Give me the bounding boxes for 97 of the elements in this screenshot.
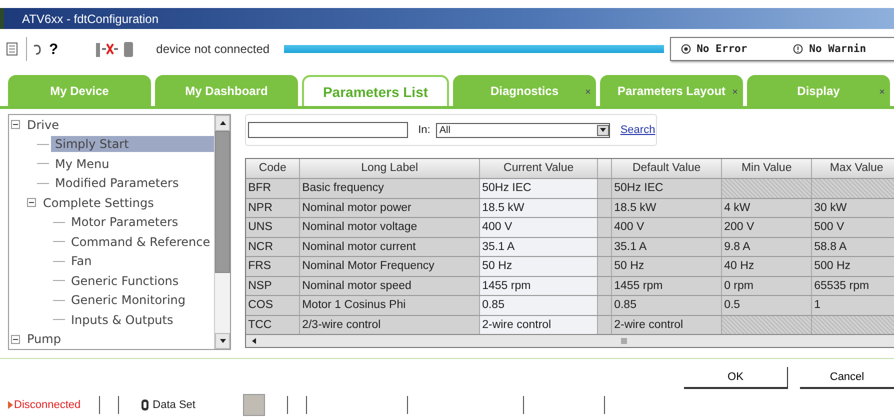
close-icon[interactable]: × <box>732 87 738 98</box>
table-cell: 58.8 A <box>812 238 894 256</box>
table-cell: 50Hz IEC <box>480 179 598 198</box>
table-cell: 4 kW <box>722 198 812 217</box>
table-cell: 400 V <box>480 218 598 236</box>
table-cell: Nominal motor power <box>300 198 480 217</box>
undo-icon[interactable] <box>31 42 43 56</box>
scroll-thumb[interactable] <box>215 131 230 273</box>
table-cell: Basic frequency <box>300 179 480 198</box>
scope-dropdown[interactable]: All <box>436 122 610 138</box>
table-cell: 35.1 A <box>480 238 598 256</box>
tree-item[interactable]: Modified Parameters <box>51 175 183 192</box>
collapse-icon[interactable] <box>11 120 20 130</box>
tree-item[interactable]: Motor Parameters <box>67 214 182 230</box>
table-cell: 2/3-wire control <box>300 316 480 334</box>
table-cell: 1455 rpm <box>480 276 598 295</box>
table-cell: 40 Hz <box>722 257 812 276</box>
table-cell: 35.1 A <box>612 238 722 256</box>
tree-item[interactable]: Complete Settings <box>39 194 158 211</box>
scroll-down-button[interactable] <box>215 333 230 349</box>
window-title: ATV6xx - fdtConfiguration <box>22 12 159 26</box>
table-cell: 0.5 <box>722 296 812 314</box>
tree-item[interactable]: My Menu <box>51 156 114 172</box>
grid-icon[interactable] <box>6 42 18 56</box>
table-cell: 18.5 kW <box>612 198 722 217</box>
tree-item[interactable]: Fan <box>67 253 96 270</box>
table-cell: 65535 rpm <box>812 276 894 295</box>
column-header[interactable]: Min Value <box>722 159 812 178</box>
table-cell: 200 V <box>722 218 812 236</box>
table-cell: 500 V <box>812 218 894 236</box>
table-cell: 50 Hz <box>612 257 722 276</box>
data-set-status: Data Set <box>152 399 196 411</box>
column-header[interactable]: Default Value <box>612 159 722 178</box>
table-cell: BFR <box>246 179 300 198</box>
tree-item[interactable]: Drive <box>23 116 63 133</box>
tree-item[interactable]: Inputs & Outputs <box>67 312 178 328</box>
help-button[interactable]: ? <box>47 40 60 58</box>
error-icon <box>680 44 691 54</box>
table-cell: 0.85 <box>612 296 722 314</box>
tab[interactable]: Parameters Layout × <box>600 75 743 106</box>
tree-item[interactable]: Pump <box>23 331 65 348</box>
table-cell: 0 rpm <box>722 276 812 295</box>
table-cell: 2-wire control <box>480 316 598 334</box>
table-cell: Nominal motor current <box>300 238 480 256</box>
table-cell: Nominal motor speed <box>300 276 480 295</box>
table-cell: COS <box>246 296 300 314</box>
table-cell: 18.5 kW <box>480 198 598 217</box>
close-icon[interactable]: × <box>879 87 885 98</box>
scope-label: In: <box>418 124 430 136</box>
column-header[interactable]: Max Value <box>812 159 894 178</box>
table-cell: 50 Hz <box>480 257 598 276</box>
collapse-icon[interactable] <box>27 198 36 208</box>
table-cell: NPR <box>246 198 300 217</box>
error-status: No Error <box>696 43 748 55</box>
scroll-up-button[interactable] <box>215 115 230 131</box>
scrollbar[interactable] <box>214 115 230 349</box>
warning-status: No Warnin <box>809 43 866 55</box>
table-cell: TCC <box>246 316 300 334</box>
database-icon <box>140 399 149 411</box>
connection-status: device not connected <box>156 42 270 56</box>
status-panel <box>243 394 266 416</box>
collapse-icon[interactable] <box>11 334 20 344</box>
search-link[interactable]: Search <box>620 124 656 136</box>
tree-item[interactable]: Command & Reference <box>67 234 214 250</box>
close-icon[interactable]: × <box>585 87 591 98</box>
table-cell: Nominal Motor Frequency <box>300 257 480 276</box>
disconnected-status: Disconnected <box>8 399 81 411</box>
column-header[interactable]: Long Label <box>300 159 480 178</box>
table-cell: Motor 1 Cosinus Phi <box>300 296 480 314</box>
table-cell: Nominal motor voltage <box>300 218 480 236</box>
table-cell: 30 kW <box>812 198 894 217</box>
column-header[interactable]: Current Value <box>480 159 598 178</box>
tree-item[interactable]: Simply Start <box>51 136 214 152</box>
ok-button[interactable]: OK <box>684 367 788 389</box>
table-cell: 500 Hz <box>812 257 894 276</box>
tree-item[interactable]: Generic Monitoring <box>67 292 190 308</box>
tree-item[interactable]: Generic Functions <box>67 272 183 289</box>
column-header[interactable]: Code <box>246 159 300 178</box>
table-cell: 400 V <box>612 218 722 236</box>
table-cell: 0.85 <box>480 296 598 314</box>
table-cell: NCR <box>246 238 300 256</box>
table-cell: 9.8 A <box>722 238 812 256</box>
warning-icon <box>793 44 804 54</box>
table-cell: NSP <box>246 276 300 295</box>
horizontal-scrollbar[interactable] <box>246 334 894 347</box>
table-cell: UNS <box>246 218 300 236</box>
table-cell: 1 <box>812 296 894 314</box>
play-icon <box>8 401 13 409</box>
scroll-left-icon[interactable] <box>252 338 256 344</box>
search-field[interactable] <box>248 122 408 138</box>
table-cell: FRS <box>246 257 300 276</box>
table-cell: 1455 rpm <box>612 276 722 295</box>
table-cell: 2-wire control <box>612 316 722 334</box>
scroll-thumb[interactable] <box>621 338 628 344</box>
tab[interactable]: Display × <box>747 75 890 106</box>
tab[interactable]: Diagnostics × <box>453 75 596 106</box>
table-cell: 50Hz IEC <box>612 179 722 198</box>
